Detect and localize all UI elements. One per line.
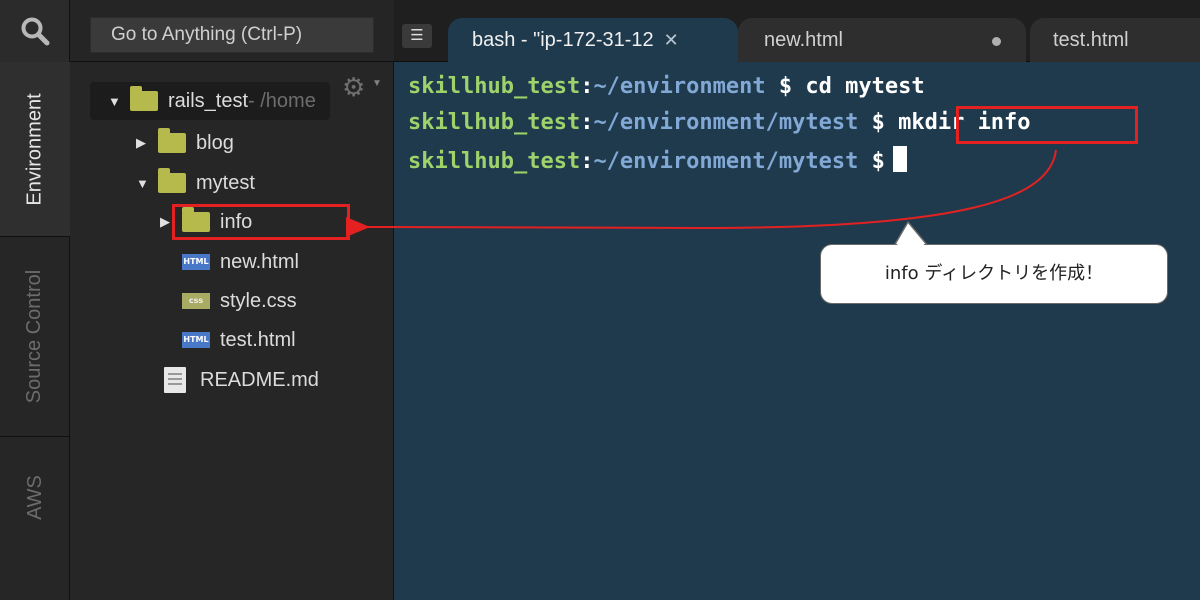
tree-item-label: test.html xyxy=(220,328,296,351)
tab-label: test.html xyxy=(1053,29,1129,51)
annotation-callout: info ディレクトリを作成！ xyxy=(820,244,1168,304)
editor-tab-bar: ☰ bash - "ip-172-31-12 ✕ new.html test.ht… xyxy=(394,0,1200,62)
folder-icon xyxy=(130,86,158,111)
text-cursor xyxy=(892,146,907,172)
unsaved-dot-icon[interactable] xyxy=(992,37,1001,46)
panel-menu-icon[interactable]: ☰ xyxy=(402,24,432,48)
side-panel-tabs: Environment Source Control AWS xyxy=(0,62,70,600)
expanded-arrow-icon[interactable]: ▼ xyxy=(136,176,150,191)
tree-item-readme[interactable]: README.md xyxy=(162,365,319,395)
collapsed-arrow-icon[interactable]: ▶ xyxy=(136,135,150,151)
tab-test-html[interactable]: test.html xyxy=(1030,18,1200,62)
prompt-user: skillhub_test xyxy=(408,149,581,174)
prompt-user: skillhub_test xyxy=(408,74,581,99)
html-file-icon: HTML xyxy=(182,332,210,348)
tree-item-blog[interactable]: ▶ blog xyxy=(136,128,234,158)
prompt-path: ~/environment/mytest xyxy=(593,149,859,174)
goto-anything-input[interactable]: Go to Anything (Ctrl-P) xyxy=(90,17,374,53)
tree-item-rails-test[interactable]: ▼ rails_test - /home xyxy=(108,86,316,116)
prompt-path: ~/environment xyxy=(593,74,766,99)
gear-icon[interactable]: ⚙ xyxy=(342,72,365,103)
css-file-icon: css xyxy=(182,293,210,309)
command-text: $ cd mytest xyxy=(765,74,925,99)
highlight-box-info xyxy=(172,204,350,240)
prompt-path: ~/environment/mytest xyxy=(593,110,859,135)
terminal-line-3: skillhub_test:~/environment/mytest $ xyxy=(408,146,907,174)
prompt-user: skillhub_test xyxy=(408,110,581,135)
terminal-line-1: skillhub_test:~/environment $ cd mytest xyxy=(408,74,925,99)
terminal-panel[interactable]: skillhub_test:~/environment $ cd mytest … xyxy=(394,62,1200,600)
prompt-colon: : xyxy=(580,110,594,135)
tree-item-label: new.html xyxy=(220,250,299,273)
tab-source-control-label: Source Control xyxy=(23,269,46,404)
tree-item-new-html[interactable]: HTML new.html xyxy=(182,247,299,277)
root-path: - /home xyxy=(248,89,316,112)
tree-item-label: rails_test xyxy=(168,89,249,112)
tree-item-label: mytest xyxy=(196,171,255,194)
search-icon xyxy=(21,17,49,46)
tab-aws[interactable]: AWS xyxy=(0,437,70,557)
tab-label: bash - "ip-172-31-12 xyxy=(472,29,654,51)
tree-item-label: style.css xyxy=(220,289,297,312)
tree-item-style-css[interactable]: css style.css xyxy=(182,286,297,316)
file-tree: ▼ rails_test - /home ⚙ ▼ ▶ blog ▼ mytest… xyxy=(70,62,394,600)
tab-aws-label: AWS xyxy=(23,474,46,520)
prompt-colon: : xyxy=(580,149,594,174)
expanded-arrow-icon[interactable]: ▼ xyxy=(108,94,122,109)
folder-icon xyxy=(158,168,186,193)
tree-item-label: README.md xyxy=(200,368,319,391)
document-icon xyxy=(164,367,186,393)
goto-bar: Go to Anything (Ctrl-P) xyxy=(70,0,394,62)
tab-bash-terminal[interactable]: bash - "ip-172-31-12 ✕ xyxy=(448,18,738,62)
tree-item-label: blog xyxy=(196,131,234,154)
close-icon[interactable]: ✕ xyxy=(664,30,679,50)
prompt-dollar: $ xyxy=(858,149,885,174)
chevron-down-icon[interactable]: ▼ xyxy=(372,78,382,89)
html-file-icon: HTML xyxy=(182,254,210,270)
tree-item-mytest[interactable]: ▼ mytest xyxy=(136,168,255,198)
tree-item-test-html[interactable]: HTML test.html xyxy=(182,325,296,355)
tab-source-control[interactable]: Source Control xyxy=(0,237,70,437)
tab-environment[interactable]: Environment xyxy=(0,62,70,237)
highlight-box-mkdir xyxy=(956,106,1138,144)
tab-label: new.html xyxy=(764,29,843,51)
search-button[interactable] xyxy=(0,0,70,62)
terminal-line-2: skillhub_test:~/environment/mytest $ mkd… xyxy=(408,110,1031,135)
tab-new-html[interactable]: new.html xyxy=(738,18,1026,62)
folder-icon xyxy=(158,128,186,153)
tab-environment-label: Environment xyxy=(23,92,46,206)
prompt-colon: : xyxy=(580,74,594,99)
prompt-dollar: $ xyxy=(858,110,899,135)
